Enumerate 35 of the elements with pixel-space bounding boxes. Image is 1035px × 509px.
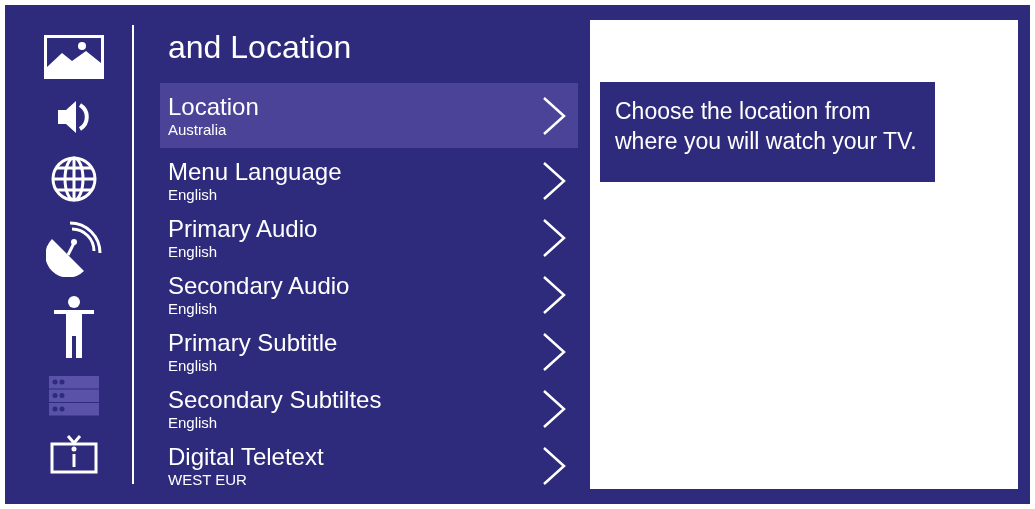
- menu-item-label: Secondary Subtiltes: [168, 385, 382, 414]
- chevron-right-icon: [542, 217, 566, 258]
- menu-item[interactable]: Primary Audio English: [160, 209, 578, 266]
- menu-item-value: English: [168, 185, 219, 204]
- menu-item[interactable]: Secondary Audio English: [160, 266, 578, 323]
- menu-item-value: English: [168, 242, 219, 261]
- menu-item[interactable]: Location Australia: [160, 83, 578, 148]
- menu-item-label: Primary Audio: [168, 214, 318, 243]
- chevron-right-icon: [542, 274, 566, 315]
- menu-item-label: Secondary Audio: [168, 271, 350, 300]
- menu-item[interactable]: Digital Teletext WEST EUR: [160, 437, 578, 494]
- chevron-right-icon: [542, 95, 566, 136]
- menu-item-value: WEST EUR: [168, 470, 248, 489]
- chevron-right-icon: [542, 388, 566, 429]
- picture-icon[interactable]: [43, 35, 104, 79]
- help-text: Choose the location from where you will watch your TV.: [600, 82, 935, 182]
- menu-item-label: Location: [168, 92, 259, 121]
- tv-info-icon[interactable]: [49, 433, 98, 474]
- menu-item-value: Australia: [168, 120, 228, 139]
- menu-item-value: English: [168, 413, 219, 432]
- chevron-right-icon: [542, 445, 566, 486]
- chevron-right-icon: [542, 160, 566, 201]
- menu-item[interactable]: Secondary Subtiltes English: [160, 380, 578, 437]
- chevron-right-icon: [542, 331, 566, 372]
- menu-item-label: Primary Subtitle: [168, 328, 338, 357]
- menu-title: and Location: [167, 28, 353, 67]
- menu-item[interactable]: Primary Subtitle English: [160, 323, 578, 380]
- menu-item-value: English: [168, 356, 219, 375]
- menu-item[interactable]: Menu Language English: [160, 152, 578, 209]
- menu-item-label: Menu Language: [168, 157, 342, 186]
- globe-icon[interactable]: [49, 155, 98, 204]
- menu-item-value: English: [168, 299, 219, 318]
- menu-item-label: Digital Teletext: [168, 442, 324, 471]
- satellite-dish-icon[interactable]: [45, 221, 102, 278]
- person-icon[interactable]: [53, 295, 94, 358]
